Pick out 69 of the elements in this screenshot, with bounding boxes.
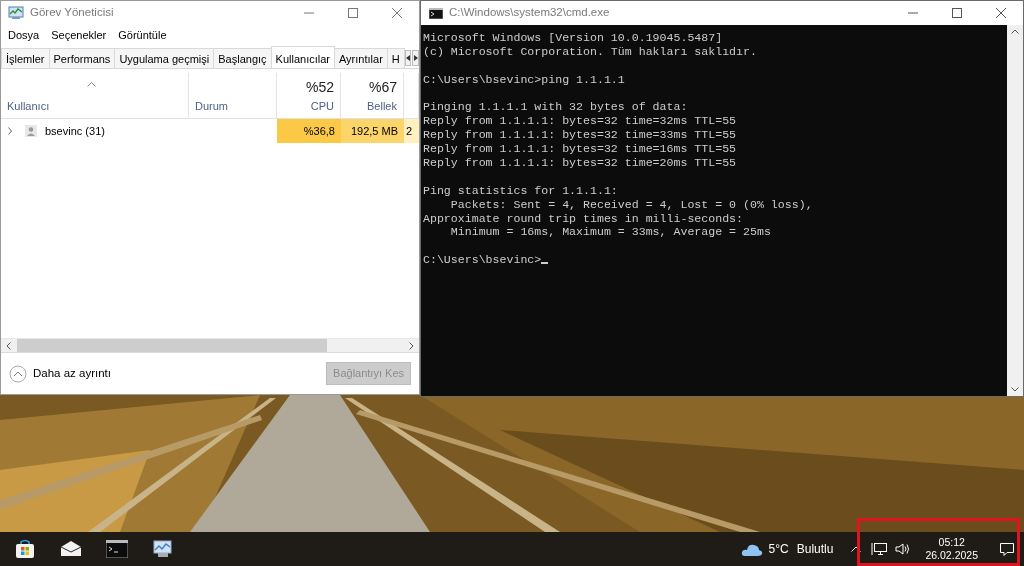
scroll-down-icon (1011, 387, 1019, 392)
column-total: %52 (305, 77, 334, 97)
menu-item[interactable]: Seçenekler (51, 27, 107, 42)
console-line: Reply from 1.1.1.1: bytes=32 time=20ms TTL=55 (423, 156, 737, 169)
column-label: Kullanıcı (7, 98, 51, 114)
maximize-icon (348, 8, 358, 18)
console-line: Microsoft Windows [Version 10.0.19045.5487] (423, 31, 723, 44)
scroll-up-icon (1011, 29, 1019, 34)
tab[interactable]: Uygulama geçmişi (114, 48, 215, 68)
console-line: C:\Users\bsevinc>ping 1.1.1.1 (423, 72, 625, 86)
close-icon (996, 8, 1006, 18)
console-line: Approximate round trip times in milli-seconds: (423, 211, 744, 225)
console-line: Reply from 1.1.1.1: bytes=32 time=33ms TTL=55 (423, 128, 737, 142)
tab[interactable]: İşlemler (1, 48, 50, 68)
temperature-label: 5°C (768, 541, 789, 558)
window-title: C:\Windows\system32\cmd.exe (449, 5, 610, 21)
speech-bubble-icon (999, 541, 1015, 557)
table-cell: 192,5 MB (341, 119, 404, 143)
console-line: C:\Users\bsevinc> (423, 253, 542, 267)
scroll-right-icon (409, 341, 414, 350)
left-arrow-icon (406, 55, 411, 61)
network-icon (871, 542, 888, 556)
console-line: Reply from 1.1.1.1: bytes=32 time=32ms TTL=55 (423, 114, 737, 128)
menu-item[interactable]: Dosya (8, 27, 40, 42)
right-arrow-icon (413, 55, 418, 61)
console-line: Pinging 1.1.1.1 with 32 bytes of data: (423, 100, 688, 114)
column-header[interactable]: Durum (189, 73, 277, 119)
column-label: Durum (195, 98, 229, 114)
user-icon (25, 125, 37, 137)
table-cell: %36,8 (277, 119, 341, 143)
table-cell: 2 (404, 119, 419, 143)
task-manager-icon (8, 6, 24, 20)
scroll-left-icon (6, 341, 11, 350)
close-icon (392, 8, 402, 18)
collapse-circle-icon[interactable] (9, 364, 27, 383)
window-title: Görev Yöneticisi (30, 5, 114, 21)
column-label: CPU (310, 98, 334, 114)
column-total: %67 (368, 77, 397, 97)
tab[interactable]: Performans (48, 48, 116, 68)
console-line: Minimum = 16ms, Maximum = 33ms, Average = 25ms (449, 225, 771, 239)
console-line: (c) Microsoft Corporation. Tüm hakları saklıdır. (423, 44, 757, 58)
menu-item[interactable]: Görüntüle (118, 27, 167, 42)
console-icon (106, 540, 128, 558)
clock-time: 05:12 (938, 536, 965, 549)
horizontal-scrollbar[interactable] (1, 338, 419, 352)
clock[interactable]: 05:12 26.02.2025 (917, 536, 986, 562)
cloud-icon (740, 542, 763, 556)
maximize-icon (952, 8, 962, 18)
console-line: Ping statistics for 1.1.1.1: (423, 183, 618, 197)
envelope-icon (60, 541, 82, 557)
shopping-bag-icon (15, 539, 35, 559)
task-manager-icon (153, 540, 173, 558)
tab[interactable]: Başlangıç (213, 48, 272, 68)
console-line: Packets: Sent = 4, Received = 4, Lost = 0 (0% loss), (449, 197, 813, 211)
fewer-details-link[interactable]: Daha az ayrıntı (33, 364, 111, 383)
vertical-scrollbar[interactable] (1007, 25, 1023, 396)
tab-scroll-left-button[interactable] (404, 50, 412, 66)
speaker-icon (895, 543, 912, 555)
console-icon (429, 7, 443, 19)
column-label: Bellek (367, 98, 397, 114)
column-header[interactable]: Kullanıcı (1, 73, 189, 119)
text-cursor (541, 262, 549, 265)
weather-condition: Bulutlu (796, 541, 834, 558)
console-line: Reply from 1.1.1.1: bytes=32 time=16ms TTL=55 (423, 142, 737, 156)
tab[interactable]: Ayrıntılar (334, 48, 388, 68)
clock-date: 26.02.2025 (925, 549, 978, 562)
tab-scroll-right-button[interactable] (412, 50, 419, 66)
user-name: bsevinc (31) (45, 123, 105, 139)
expand-chevron-icon[interactable] (7, 127, 13, 135)
